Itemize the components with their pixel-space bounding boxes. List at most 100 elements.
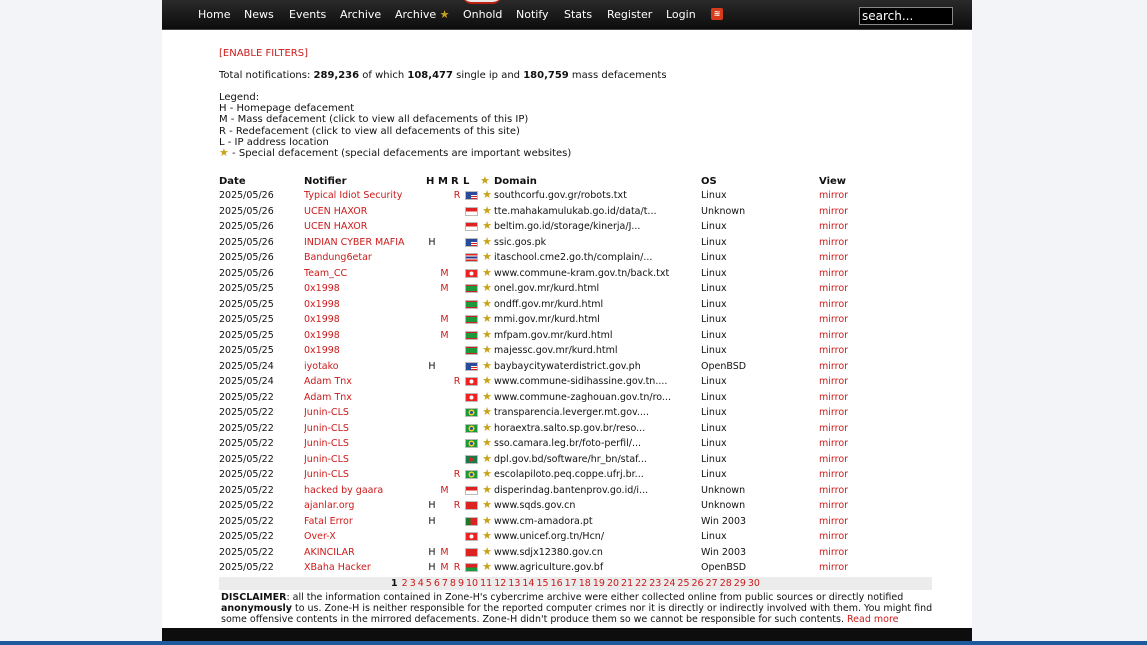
row-mirror-link[interactable]: mirror: [819, 483, 932, 499]
pager-page-link[interactable]: 15: [536, 578, 548, 589]
row-notifier[interactable]: Junin-CLS: [304, 467, 426, 483]
row-notifier[interactable]: 0x1998: [304, 312, 426, 328]
row-r[interactable]: [451, 390, 463, 406]
row-r[interactable]: [451, 204, 463, 220]
nav-notify[interactable]: Notify: [516, 8, 549, 21]
row-mirror-link[interactable]: mirror: [819, 266, 932, 282]
row-mirror-link[interactable]: mirror: [819, 545, 932, 561]
row-mirror-link[interactable]: mirror: [819, 219, 932, 235]
row-m[interactable]: M: [438, 312, 451, 328]
pager-page-link[interactable]: 13: [508, 578, 520, 589]
row-mirror-link[interactable]: mirror: [819, 250, 932, 266]
row-notifier[interactable]: Bandung6etar: [304, 250, 426, 266]
pager-page-link[interactable]: 27: [706, 578, 718, 589]
row-mirror-link[interactable]: mirror: [819, 514, 932, 530]
row-mirror-link[interactable]: mirror: [819, 436, 932, 452]
nav-archive[interactable]: Archive: [340, 8, 381, 21]
row-m[interactable]: [438, 452, 451, 468]
row-r[interactable]: [451, 483, 463, 499]
row-mirror-link[interactable]: mirror: [819, 328, 932, 344]
nav-archive-special[interactable]: Archive ★: [395, 8, 450, 21]
nav-onhold[interactable]: Onhold: [463, 8, 502, 21]
nav-login[interactable]: Login: [666, 8, 696, 21]
read-more-link[interactable]: Read more: [847, 614, 899, 625]
row-mirror-link[interactable]: mirror: [819, 188, 932, 204]
row-notifier[interactable]: INDIAN CYBER MAFIA: [304, 235, 426, 251]
row-m[interactable]: M: [438, 545, 451, 561]
pager-page-link[interactable]: 10: [466, 578, 478, 589]
pager-page-link[interactable]: 30: [748, 578, 760, 589]
row-m[interactable]: [438, 204, 451, 220]
row-mirror-link[interactable]: mirror: [819, 297, 932, 313]
row-mirror-link[interactable]: mirror: [819, 529, 932, 545]
row-notifier[interactable]: 0x1998: [304, 281, 426, 297]
row-r[interactable]: [451, 529, 463, 545]
row-r[interactable]: [451, 452, 463, 468]
pager-page-link[interactable]: 4: [418, 578, 424, 589]
pager-page-link[interactable]: 22: [635, 578, 647, 589]
pager-page-link[interactable]: 6: [434, 578, 440, 589]
row-m[interactable]: [438, 498, 451, 514]
row-notifier[interactable]: Fatal Error: [304, 514, 426, 530]
row-notifier[interactable]: UCEN HAXOR: [304, 219, 426, 235]
row-m[interactable]: [438, 343, 451, 359]
pager-page-link[interactable]: 7: [442, 578, 448, 589]
row-r[interactable]: [451, 436, 463, 452]
pager-page-link[interactable]: 16: [551, 578, 563, 589]
pager-page-link[interactable]: 9: [458, 578, 464, 589]
row-notifier[interactable]: Junin-CLS: [304, 436, 426, 452]
pager-page-link[interactable]: 5: [426, 578, 432, 589]
row-mirror-link[interactable]: mirror: [819, 452, 932, 468]
row-m[interactable]: [438, 250, 451, 266]
row-notifier[interactable]: 0x1998: [304, 297, 426, 313]
row-notifier[interactable]: Adam Tnx: [304, 390, 426, 406]
nav-events[interactable]: Events: [289, 8, 326, 21]
row-mirror-link[interactable]: mirror: [819, 405, 932, 421]
pager-page-link[interactable]: 14: [522, 578, 534, 589]
pager-page-link[interactable]: 25: [677, 578, 689, 589]
pager-page-link[interactable]: 29: [734, 578, 746, 589]
pager-page-link[interactable]: 12: [494, 578, 506, 589]
row-m[interactable]: [438, 374, 451, 390]
row-notifier[interactable]: Typical Idiot Security: [304, 188, 426, 204]
row-r[interactable]: [451, 219, 463, 235]
row-mirror-link[interactable]: mirror: [819, 204, 932, 220]
rss-icon[interactable]: ≋: [711, 8, 723, 20]
row-m[interactable]: M: [438, 560, 451, 576]
row-notifier[interactable]: Junin-CLS: [304, 452, 426, 468]
row-r[interactable]: R: [451, 374, 463, 390]
row-notifier[interactable]: hacked by gaara: [304, 483, 426, 499]
pager-page-link[interactable]: 26: [692, 578, 704, 589]
row-m[interactable]: [438, 219, 451, 235]
row-r[interactable]: [451, 312, 463, 328]
row-notifier[interactable]: Over-X: [304, 529, 426, 545]
row-notifier[interactable]: 0x1998: [304, 343, 426, 359]
row-m[interactable]: [438, 297, 451, 313]
row-r[interactable]: R: [451, 498, 463, 514]
pager-page-link[interactable]: 20: [607, 578, 619, 589]
pager-page-link[interactable]: 21: [621, 578, 633, 589]
pager-page-link[interactable]: 24: [663, 578, 675, 589]
row-notifier[interactable]: ajanlar.org: [304, 498, 426, 514]
nav-stats[interactable]: Stats: [564, 8, 592, 21]
row-m[interactable]: M: [438, 281, 451, 297]
row-r[interactable]: [451, 405, 463, 421]
nav-home[interactable]: Home: [198, 8, 230, 21]
pager-page-link[interactable]: 2: [402, 578, 408, 589]
row-r[interactable]: [451, 545, 463, 561]
pager-page-link[interactable]: 11: [480, 578, 492, 589]
pager-page-link[interactable]: 17: [565, 578, 577, 589]
row-m[interactable]: [438, 235, 451, 251]
row-r[interactable]: [451, 281, 463, 297]
pager-page-link[interactable]: 18: [579, 578, 591, 589]
pager-page-link[interactable]: 3: [410, 578, 416, 589]
row-notifier[interactable]: UCEN HAXOR: [304, 204, 426, 220]
row-r[interactable]: [451, 297, 463, 313]
nav-news[interactable]: News: [244, 8, 274, 21]
row-m[interactable]: M: [438, 266, 451, 282]
row-m[interactable]: M: [438, 483, 451, 499]
row-r[interactable]: [451, 328, 463, 344]
row-notifier[interactable]: Junin-CLS: [304, 421, 426, 437]
pager-page-link[interactable]: 19: [593, 578, 605, 589]
row-m[interactable]: [438, 436, 451, 452]
